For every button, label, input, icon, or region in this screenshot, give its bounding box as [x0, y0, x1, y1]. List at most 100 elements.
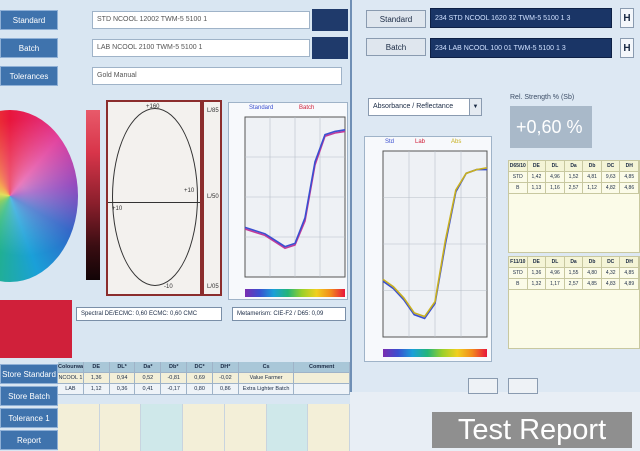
metamerism-box: Metamerism: CIE-F2 / D65: 0,09	[232, 307, 346, 321]
table-cell: F11/10	[509, 257, 528, 268]
table-cell	[308, 404, 351, 451]
table-cell: DC	[601, 161, 621, 172]
strength-value: +0,60 %	[510, 106, 592, 148]
spectrum-plot-left	[244, 116, 346, 278]
color-wheel[interactable]	[0, 110, 78, 290]
table-cell: B	[509, 279, 528, 290]
spectrum-bar-right	[383, 349, 487, 357]
table-header-row: F11/10 DE DL Da Db DC DH	[509, 257, 640, 268]
legend-std: Std	[385, 139, 395, 145]
table-cell: DC	[601, 257, 621, 268]
table-cell: DH*	[212, 362, 239, 373]
table-cell: 4,82	[601, 183, 621, 194]
ab-label-left: +10	[112, 206, 123, 212]
standard-colour-block	[312, 9, 348, 31]
table-cell: 1,12	[583, 183, 602, 194]
table-row[interactable]: B 1,13 1,16 2,57 1,12 4,82 4,86	[509, 183, 640, 194]
table-row[interactable]: STD 1,36 4,96 1,55 4,80 4,32 4,85	[509, 268, 640, 279]
table-cell	[224, 404, 267, 451]
table-cell	[99, 404, 142, 451]
legend-batch: Batch	[299, 105, 315, 111]
ab-axis	[108, 202, 200, 203]
table-cell: Extra Lighter Batch	[238, 384, 295, 395]
standard-button[interactable]: Standard	[0, 10, 58, 30]
table-cell	[294, 373, 351, 384]
table-cell: 4,85	[620, 268, 640, 279]
difference-table-d65: D65/10 DE DL Da Db DC DH STD 1,42 4,96 1,52 4,81 9,…	[508, 160, 640, 253]
batch-field[interactable]: LAB NCOOL 2100 TWM-5 5100 1	[92, 39, 310, 57]
store-batch-button[interactable]: Store Batch	[0, 386, 58, 406]
table-cell: DC*	[187, 362, 213, 373]
table-cell: D65/10	[509, 161, 528, 172]
batch-button[interactable]: Batch	[0, 38, 58, 58]
table-cell: 1,36	[83, 373, 110, 384]
standard-field[interactable]: STD NCOOL 12002 TWM-5 5100 1	[92, 11, 310, 29]
mode-select[interactable]: Absorbance / Reflectance ▼	[368, 98, 482, 116]
tolerances-button[interactable]: Tolerances	[0, 66, 58, 86]
lower-sidebar: Store Standard Store Batch Tolerance 1 R…	[0, 364, 58, 451]
tolerances-field[interactable]: Gold Manual	[92, 67, 342, 85]
table-cell	[141, 404, 184, 451]
right-standard-button[interactable]: Standard	[366, 10, 426, 28]
table-cell: 1,36	[527, 268, 547, 279]
spectral-de-box: Spectral DE/ECMC: 0,60 ECMC: 0,60 CMC	[76, 307, 222, 321]
small-button-1[interactable]	[468, 378, 498, 394]
table-cell: 1,12	[83, 384, 110, 395]
table-cell: Comment	[294, 362, 351, 373]
report-button[interactable]: Report	[0, 430, 58, 450]
legend-lab: Lab	[415, 139, 426, 145]
table-row[interactable]: STD 1,42 4,96 1,52 4,81 9,63 4,85	[509, 172, 640, 183]
ab-label-top: +160	[146, 104, 160, 110]
h-button-batch[interactable]: H	[620, 38, 634, 58]
table-header-row: D65/10 DE DL Da Db DC DH	[509, 161, 640, 172]
spectrum-chart-left: Standard Batch	[228, 102, 348, 300]
l-label-top: L/85	[207, 108, 219, 114]
table-cell: Da	[564, 161, 584, 172]
tolerance-1-button[interactable]: Tolerance 1	[0, 408, 58, 428]
table-cell: 4,83	[601, 279, 621, 290]
table-cell: 2,57	[564, 183, 584, 194]
ab-label-bottom: -10	[164, 284, 173, 290]
right-batch-button[interactable]: Batch	[366, 38, 426, 56]
table-cell: -0,17	[161, 384, 188, 395]
table-cell	[294, 384, 351, 395]
lower-table-area	[58, 404, 351, 451]
table-cell: 4,81	[583, 172, 602, 183]
lightness-bar	[86, 110, 100, 280]
legend-standard: Standard	[249, 105, 274, 111]
table-cell: 1,52	[564, 172, 584, 183]
table-cell: 1,42	[527, 172, 547, 183]
table-cell: 9,63	[601, 172, 621, 183]
colour-difference-table: Colourway DE DL* Da* Db* DC* DH* Cs Comment NCOO…	[58, 362, 351, 395]
table-cell: 1,13	[527, 183, 547, 194]
table-cell: 1,17	[546, 279, 565, 290]
table-cell: 0,86	[212, 384, 239, 395]
table-cell: 4,85	[620, 172, 640, 183]
table-cell: Da*	[135, 362, 162, 373]
table-header-row: Colourway DE DL* Da* Db* DC* DH* Cs Comment	[58, 362, 351, 373]
small-button-2[interactable]	[508, 378, 538, 394]
right-standard-field[interactable]: 234 STD NCOOL 1620 32 TWM-5 5100 1 3	[430, 8, 612, 28]
table-row[interactable]: NCOOL 1 1,36 0,94 0,52 -0,81 0,69 -0,02 Value F…	[58, 373, 351, 384]
table-cell	[183, 404, 225, 451]
strength-label: Rel. Strength % (Sb)	[510, 94, 575, 101]
right-batch-field[interactable]: 234 LAB NCOOL 100 01 TWM-5 5100 1 3	[430, 38, 612, 58]
spectrum-bar-left	[245, 289, 345, 297]
table-cell: DH	[620, 161, 640, 172]
table-empty-area	[509, 290, 639, 348]
table-row[interactable]: LAB 1,12 0,36 0,41 -0,17 0,80 0,86 Extra Lighte…	[58, 384, 351, 395]
h-button-standard[interactable]: H	[620, 8, 634, 28]
table-cell: DE	[527, 161, 547, 172]
chevron-down-icon[interactable]: ▼	[469, 99, 481, 115]
table-cell: DL*	[109, 362, 136, 373]
table-cell: 0,52	[135, 373, 162, 384]
store-standard-button[interactable]: Store Standard	[0, 364, 58, 384]
table-row[interactable]: B 1,32 1,17 2,57 4,85 4,83 4,89	[509, 279, 640, 290]
table-cell: 2,57	[564, 279, 584, 290]
legend-abs: Abs	[451, 139, 462, 145]
table-cell: -0,02	[212, 373, 239, 384]
table-cell: 1,16	[546, 183, 565, 194]
table-empty-area	[509, 194, 639, 252]
table-cell: DE	[527, 257, 547, 268]
table-cell: 0,36	[109, 384, 136, 395]
